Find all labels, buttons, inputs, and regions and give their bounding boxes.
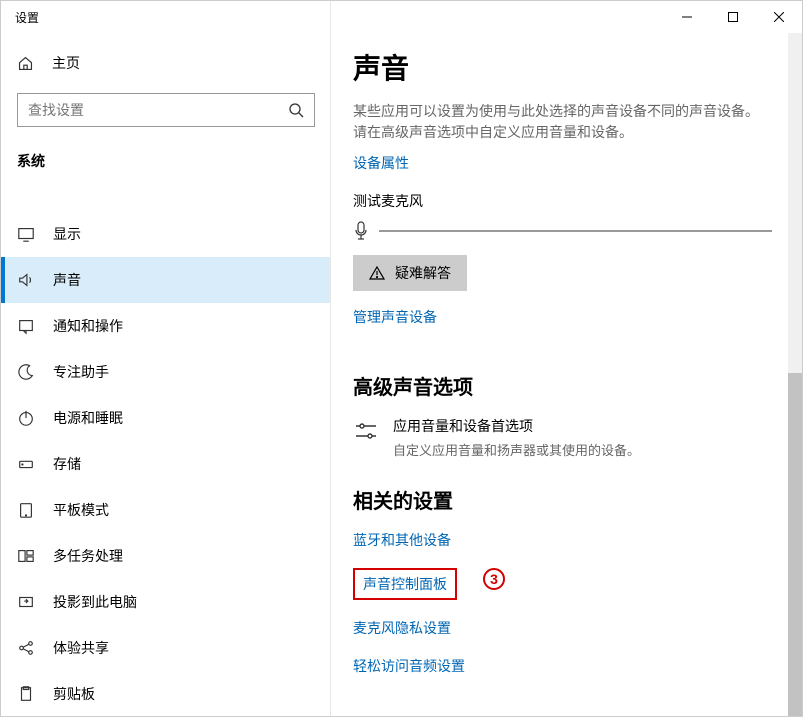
nav-notifications[interactable]: 通知和操作 [1,303,331,349]
power-icon [17,409,35,427]
troubleshoot-label: 疑难解答 [395,263,451,283]
sidebar: 主页 系统 显示 声音 通知和操作 专注助手 [1,33,331,716]
search-input[interactable] [28,102,288,118]
warning-icon [369,265,385,281]
share-icon [17,639,35,657]
sound-icon [17,271,35,289]
nav-label: 显示 [53,224,81,244]
nav-display[interactable]: 显示 [1,211,331,257]
project-icon [17,593,35,611]
nav-label: 投影到此电脑 [53,592,137,612]
nav-label: 电源和睡眠 [53,408,123,428]
nav-label: 声音 [53,270,81,290]
description-text: 某些应用可以设置为使用与此处选择的声音设备不同的声音设备。请在高级声音选项中自定… [353,101,772,143]
nav-list: 显示 声音 通知和操作 专注助手 电源和睡眠 存储 [1,211,331,717]
titlebar: 设置 [1,1,802,33]
nav-focus-assist[interactable]: 专注助手 [1,349,331,395]
scrollbar-thumb[interactable] [788,373,802,716]
bluetooth-link[interactable]: 蓝牙和其他设备 [353,530,772,550]
app-volume-desc: 自定义应用音量和扬声器或其使用的设备。 [393,440,640,459]
microphone-icon [353,221,369,241]
moon-icon [17,363,35,381]
home-icon [17,55,34,72]
storage-icon [17,455,35,473]
nav-label: 平板模式 [53,500,109,520]
nav-tablet[interactable]: 平板模式 [1,487,331,533]
advanced-section-title: 高级声音选项 [353,371,772,400]
nav-multitask[interactable]: 多任务处理 [1,533,331,579]
nav-label: 体验共享 [53,638,109,658]
category-label: 系统 [1,145,331,187]
maximize-button[interactable] [710,1,756,33]
window-title: 设置 [1,9,39,26]
mic-level-bar [379,230,772,232]
nav-sound[interactable]: 声音 [1,257,331,303]
mic-level-row [353,221,772,241]
display-icon [17,225,35,243]
search-box[interactable] [17,93,315,127]
manage-devices-link[interactable]: 管理声音设备 [353,307,437,327]
related-section-title: 相关的设置 [353,485,772,514]
nav-label: 多任务处理 [53,546,123,566]
close-button[interactable] [756,1,802,33]
scrollbar[interactable] [788,33,802,716]
search-icon [288,102,304,118]
test-mic-label: 测试麦克风 [353,191,772,211]
sliders-icon [353,418,379,444]
troubleshoot-button[interactable]: 疑难解答 [353,255,467,291]
annotation-highlight: 声音控制面板 [353,568,457,600]
home-label: 主页 [52,53,80,73]
annotation-number: 3 [483,568,505,590]
multitask-icon [17,547,35,565]
nav-storage[interactable]: 存储 [1,441,331,487]
nav-label: 通知和操作 [53,316,123,336]
home-button[interactable]: 主页 [1,43,331,83]
device-properties-link[interactable]: 设备属性 [353,153,409,173]
nav-label: 剪贴板 [53,684,95,704]
nav-clipboard[interactable]: 剪贴板 [1,671,331,717]
notification-icon [17,317,35,335]
tablet-icon [17,501,35,519]
related-links: 蓝牙和其他设备 声音控制面板 3 麦克风隐私设置 轻松访问音频设置 [353,530,772,676]
nav-shared-exp[interactable]: 体验共享 [1,625,331,671]
app-volume-item[interactable]: 应用音量和设备首选项 自定义应用音量和扬声器或其使用的设备。 [353,416,772,459]
nav-label: 专注助手 [53,362,109,382]
app-volume-title: 应用音量和设备首选项 [393,416,640,436]
mic-privacy-link[interactable]: 麦克风隐私设置 [353,618,772,638]
nav-projecting[interactable]: 投影到此电脑 [1,579,331,625]
nav-label: 存储 [53,454,81,474]
sound-control-panel-link[interactable]: 声音控制面板 [363,574,447,594]
minimize-button[interactable] [664,1,710,33]
ease-access-link[interactable]: 轻松访问音频设置 [353,656,772,676]
content-area: 声音 某些应用可以设置为使用与此处选择的声音设备不同的声音设备。请在高级声音选项… [331,33,802,716]
clipboard-icon [17,685,35,703]
nav-power[interactable]: 电源和睡眠 [1,395,331,441]
page-title: 声音 [353,47,772,87]
